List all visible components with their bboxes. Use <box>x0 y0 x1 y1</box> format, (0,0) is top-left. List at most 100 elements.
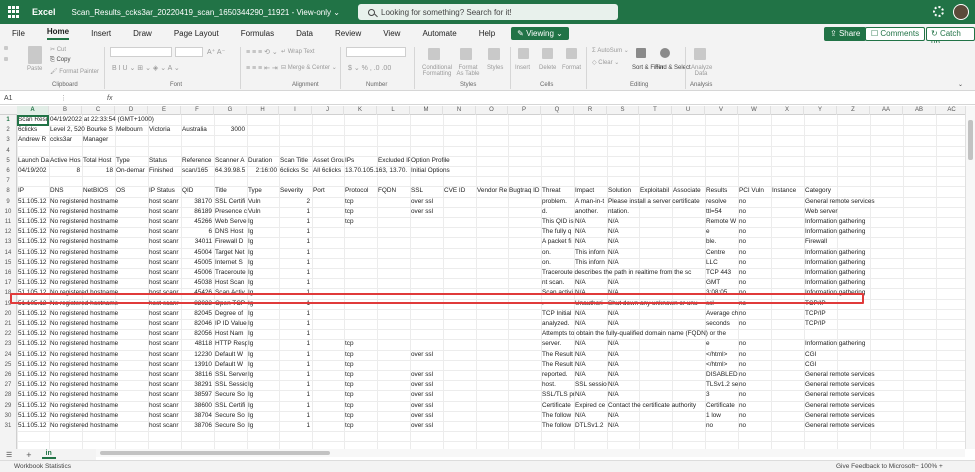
cell[interactable]: 2 <box>279 197 312 207</box>
number-format-select[interactable] <box>346 47 406 57</box>
column-title-cell[interactable]: Bugtraq ID <box>508 186 541 196</box>
cell[interactable]: N/A <box>607 411 639 421</box>
cell[interactable]: No registered hostname <box>49 227 147 237</box>
column-header-f[interactable]: F <box>181 106 214 115</box>
cell[interactable]: 38704 <box>181 411 214 421</box>
cell[interactable]: Default W <box>214 350 247 360</box>
cell[interactable]: DISABLED <box>705 370 738 380</box>
column-header-d[interactable]: D <box>115 106 148 115</box>
cell[interactable]: This inforn <box>574 248 607 258</box>
cell[interactable]: </html> <box>705 360 738 370</box>
search-box[interactable]: Looking for something? Search for it! <box>358 4 618 20</box>
cell[interactable]: host scanr <box>148 237 181 247</box>
cell[interactable]: Ig <box>247 370 279 380</box>
cell[interactable]: General remote services <box>804 370 894 380</box>
cell[interactable]: 1 <box>279 411 312 421</box>
cell[interactable]: N/A <box>574 278 607 288</box>
cell[interactable]: SSL sessio <box>574 380 607 390</box>
column-title-cell[interactable]: SSL <box>410 186 443 196</box>
cell[interactable]: host scanr <box>148 350 181 360</box>
cell[interactable]: Duration <box>247 156 279 166</box>
workbook-statistics[interactable]: Workbook Statistics <box>14 463 71 470</box>
cell[interactable]: 1 <box>279 278 312 288</box>
cell[interactable]: 51.105.12 <box>17 360 49 370</box>
paste-button[interactable]: Paste <box>27 66 42 72</box>
cell[interactable]: tcp <box>344 217 377 227</box>
cell[interactable]: 13910 <box>181 360 214 370</box>
cell[interactable]: 1 <box>279 248 312 258</box>
cell[interactable]: N/A <box>574 370 607 380</box>
menu-home[interactable]: Home <box>46 27 70 40</box>
cell[interactable]: no <box>705 421 738 431</box>
cell[interactable]: over ssl <box>410 411 443 421</box>
row-header[interactable]: 6 <box>0 166 17 177</box>
cell[interactable]: ccks3ar <box>49 135 82 145</box>
column-title-cell[interactable]: OS <box>115 186 148 196</box>
cell[interactable]: Presence c <box>214 207 247 217</box>
menu-view[interactable]: View <box>383 29 400 38</box>
cell[interactable]: SSL Certifi <box>214 197 247 207</box>
cell[interactable]: 1 <box>279 309 312 319</box>
cell[interactable]: No registered hostname <box>49 217 147 227</box>
cell[interactable]: no <box>738 227 771 237</box>
row-header[interactable]: 17 <box>0 278 17 289</box>
cell[interactable]: Ig <box>247 339 279 349</box>
cell[interactable]: 51.105.12 <box>17 217 49 227</box>
cell[interactable]: 1 <box>279 258 312 268</box>
cell[interactable]: General remote services <box>804 401 894 411</box>
column-header-i[interactable]: I <box>279 106 312 115</box>
cell[interactable]: TCP/IP <box>804 319 894 329</box>
cell[interactable]: IP ID Value <box>214 319 247 329</box>
cell[interactable]: Information gathering <box>804 268 894 278</box>
cell[interactable]: host scanr <box>148 278 181 288</box>
cell[interactable]: Information gathering <box>804 248 894 258</box>
app-name[interactable]: Excel <box>32 7 56 17</box>
cell[interactable]: N/A <box>607 217 639 227</box>
cell[interactable]: No registered hostname <box>49 237 147 247</box>
cell[interactable]: 34011 <box>181 237 214 247</box>
cell[interactable]: Ig <box>247 248 279 258</box>
cell[interactable]: 82046 <box>181 319 214 329</box>
cell[interactable]: Ig <box>247 217 279 227</box>
cut-button[interactable]: ✂ Cut <box>50 46 66 53</box>
cell[interactable]: No registered hostname <box>49 380 147 390</box>
column-title-cell[interactable]: Exploitabil <box>639 186 672 196</box>
cell[interactable]: 86189 <box>181 207 214 217</box>
row-header[interactable]: 14 <box>0 247 17 258</box>
cell[interactable]: The fully q <box>541 227 574 237</box>
cell[interactable]: over ssl <box>410 197 443 207</box>
cell[interactable]: 38291 <box>181 380 214 390</box>
cell[interactable]: 51.105.12 <box>17 319 49 329</box>
cell[interactable]: Ig <box>247 227 279 237</box>
cell[interactable]: Initial Options <box>410 166 470 176</box>
cell[interactable]: TCP/IP <box>804 309 894 319</box>
cell[interactable]: N/A <box>607 227 639 237</box>
column-title-cell[interactable]: Solution <box>607 186 639 196</box>
cell[interactable]: Ig <box>247 421 279 431</box>
column-header-r[interactable]: R <box>574 106 607 115</box>
cell[interactable]: LLC <box>705 258 738 268</box>
cell[interactable]: server. <box>541 339 574 349</box>
cell[interactable]: 1 <box>279 380 312 390</box>
cell[interactable]: N/A <box>607 248 639 258</box>
row-header[interactable]: 23 <box>0 339 17 350</box>
column-title-cell[interactable]: FQDN <box>377 186 410 196</box>
format-as-table-icon[interactable] <box>460 48 472 60</box>
cell[interactable]: tcp <box>344 421 377 431</box>
wrap-text-button[interactable]: ↵ Wrap Text <box>281 48 315 55</box>
cell[interactable]: N/A <box>574 339 607 349</box>
cell[interactable]: no <box>738 339 771 349</box>
column-title-cell[interactable]: Title <box>214 186 247 196</box>
cell[interactable]: 3000 <box>214 125 247 135</box>
cell[interactable]: tcp <box>344 370 377 380</box>
horizontal-scroll-thumb[interactable] <box>100 451 330 455</box>
cell[interactable]: A man-in-t <box>574 197 607 207</box>
cell[interactable]: General remote services <box>804 380 894 390</box>
cell[interactable]: 51.105.12 <box>17 380 49 390</box>
column-header-z[interactable]: Z <box>837 106 870 115</box>
column-header-m[interactable]: M <box>410 106 443 115</box>
format-as-table-button[interactable]: Format As Table <box>456 65 480 77</box>
cell[interactable]: Ig <box>247 411 279 421</box>
menu-data[interactable]: Data <box>296 29 313 38</box>
zoom-control[interactable]: − 100% + <box>915 463 943 470</box>
